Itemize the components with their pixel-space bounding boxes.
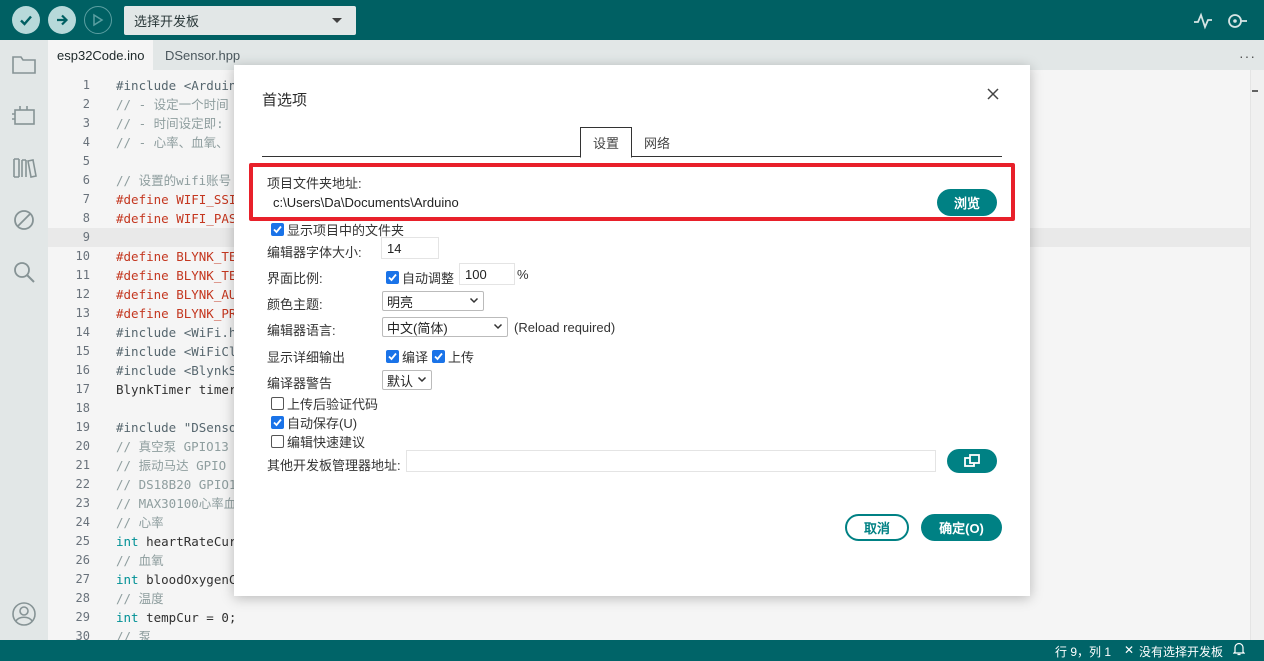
reload-note: (Reload required) <box>514 320 616 335</box>
scale-unit: % <box>517 267 529 282</box>
interface-scale-label: 界面比例: <box>267 271 323 286</box>
cancel-button[interactable]: 取消 <box>845 514 909 541</box>
dialog-title: 首选项 <box>262 92 308 109</box>
close-icon <box>987 88 999 100</box>
verbose-compile-label: 编译 <box>402 350 429 365</box>
board-manager-urls-label: 其他开发板管理器地址: <box>267 458 401 473</box>
sketchbook-location-input[interactable]: c:\Users\Da\Documents\Arduino <box>267 191 925 213</box>
quick-suggestions-checkbox[interactable]: 编辑快速建议 <box>271 432 365 451</box>
bell-icon[interactable] <box>1232 642 1246 659</box>
status-bar: 行 9，列 1 ✕ 没有选择开发板 <box>0 640 1264 661</box>
verify-after-upload-checkbox[interactable]: 上传后验证代码 <box>271 394 378 413</box>
theme-label: 颜色主题: <box>267 297 323 312</box>
preferences-dialog: 首选项 设置 网络 项目文件夹地址: c:\Users\Da\Documents… <box>234 65 1030 596</box>
board-status[interactable]: 没有选择开发板 <box>1139 643 1223 660</box>
compiler-warnings-select[interactable]: 默认 <box>382 370 432 390</box>
browse-button[interactable]: 浏览 <box>937 189 997 216</box>
font-size-label: 编辑器字体大小: <box>267 245 362 260</box>
autosave-checkbox[interactable]: 自动保存(U) <box>271 413 357 432</box>
verbose-compile-checkbox[interactable]: 编译 <box>386 347 428 366</box>
auto-scale-label: 自动调整 <box>402 271 455 286</box>
dialog-tabs: 设置 网络 <box>262 127 1002 158</box>
window-icon <box>964 454 980 467</box>
edit-urls-button[interactable] <box>947 449 997 473</box>
verbose-upload-label: 上传 <box>448 350 475 365</box>
chevron-down-icon <box>493 323 503 330</box>
quick-suggestions-label: 编辑快速建议 <box>287 435 366 450</box>
compiler-warnings-value: 默认 <box>387 373 414 389</box>
checkbox-unchecked-icon <box>271 435 284 448</box>
verbose-upload-checkbox[interactable]: 上传 <box>432 347 474 366</box>
board-manager-urls-input[interactable] <box>406 450 936 472</box>
sketchbook-location-label: 项目文件夹地址: <box>267 176 362 191</box>
checkbox-checked-icon <box>432 350 445 363</box>
tab-settings[interactable]: 设置 <box>580 127 633 158</box>
language-select[interactable]: 中文(简体) <box>382 317 508 337</box>
checkbox-checked-icon <box>386 350 399 363</box>
font-size-input[interactable]: 14 <box>381 237 439 259</box>
tab-network[interactable]: 网络 <box>632 127 682 157</box>
verify-after-upload-label: 上传后验证代码 <box>287 397 379 412</box>
scale-input[interactable]: 100 <box>459 263 515 285</box>
theme-select[interactable]: 明亮 <box>382 291 484 311</box>
cursor-position: 行 9，列 1 <box>1055 645 1112 659</box>
checkbox-checked-icon <box>271 223 284 236</box>
checkbox-checked-icon <box>271 416 284 429</box>
chevron-down-icon <box>469 297 479 304</box>
theme-value: 明亮 <box>387 294 414 310</box>
autosave-label: 自动保存(U) <box>287 416 358 431</box>
verbose-output-label: 显示详细输出 <box>267 350 346 365</box>
auto-scale-checkbox[interactable]: 自动调整 <box>386 268 454 287</box>
language-value: 中文(简体) <box>387 320 448 336</box>
checkbox-checked-icon <box>386 271 399 284</box>
x-icon: ✕ <box>1124 643 1135 657</box>
language-label: 编辑器语言: <box>267 323 336 338</box>
checkbox-unchecked-icon <box>271 397 284 410</box>
compiler-warnings-label: 编译器警告 <box>267 376 333 391</box>
ok-button[interactable]: 确定(O) <box>921 514 1002 541</box>
close-button[interactable] <box>986 87 1002 103</box>
chevron-down-icon <box>417 376 427 383</box>
